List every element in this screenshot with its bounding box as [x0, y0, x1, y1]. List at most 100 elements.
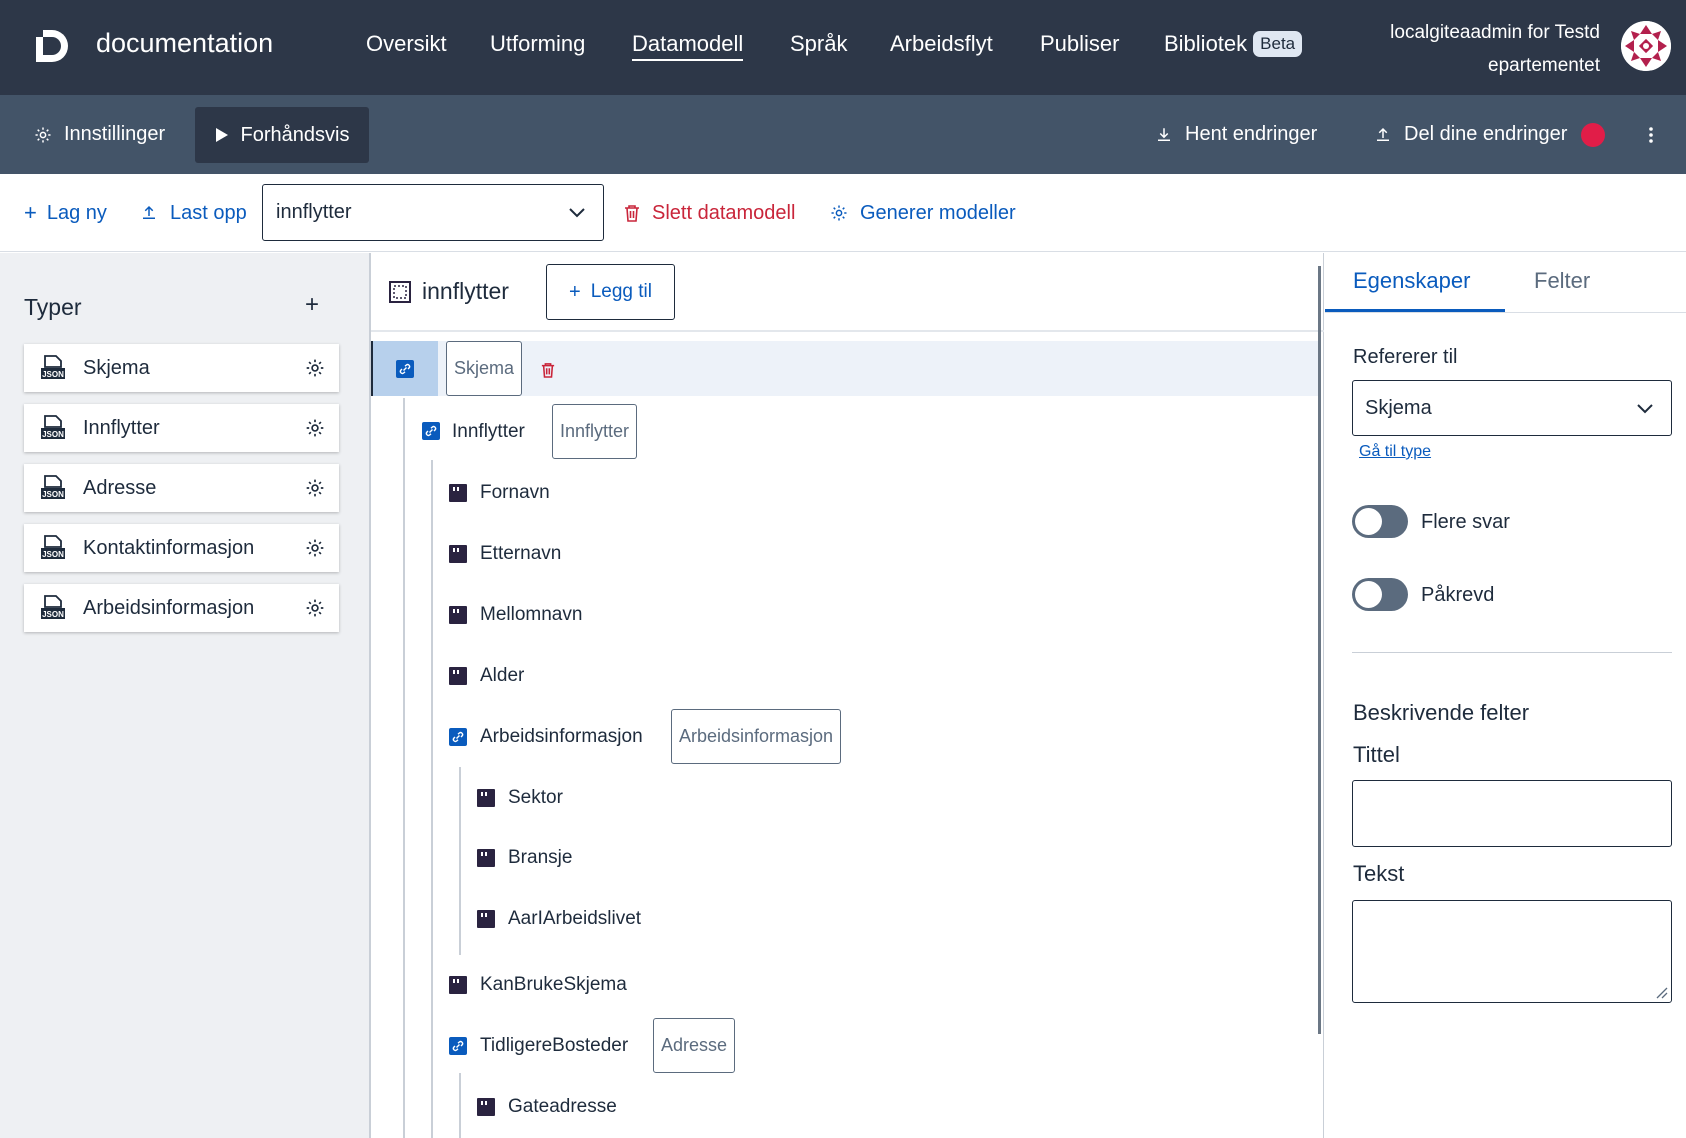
- nav-arbeidsflyt[interactable]: Arbeidsflyt: [890, 31, 993, 57]
- reference-tag[interactable]: Skjema: [446, 341, 523, 396]
- share-changes-button[interactable]: Del dine endringer: [1374, 95, 1606, 174]
- field-icon: [449, 976, 467, 994]
- type-item-arbeidsinformasjon[interactable]: JSON Arbeidsinformasjon: [24, 584, 339, 632]
- tree-node-label[interactable]: Arbeidsinformasjon: [480, 726, 643, 748]
- tree-node-label[interactable]: Fornavn: [480, 482, 550, 504]
- json-file-icon: JSON: [41, 595, 65, 619]
- tree-node-label[interactable]: Etternavn: [480, 543, 561, 565]
- gear-icon[interactable]: [305, 358, 325, 378]
- link-icon: [396, 360, 414, 378]
- user-line-1: localgiteaadmin for Testd: [1390, 22, 1600, 43]
- resize-grip-icon[interactable]: [1654, 985, 1668, 999]
- type-item-label: Skjema: [83, 357, 150, 379]
- type-item-adresse[interactable]: JSON Adresse: [24, 464, 339, 512]
- share-changes-label: Del dine endringer: [1404, 123, 1568, 145]
- tree-guide-line: [403, 398, 405, 1138]
- altinn-studio-logo-icon[interactable]: [33, 27, 71, 65]
- gear-icon[interactable]: [305, 598, 325, 618]
- fetch-changes-button[interactable]: Hent endringer: [1155, 95, 1317, 174]
- tree-node-label[interactable]: Gateadresse: [508, 1096, 617, 1118]
- reference-tag[interactable]: Adresse: [653, 1018, 736, 1073]
- add-type-button[interactable]: +: [305, 291, 319, 319]
- play-icon: [215, 128, 228, 142]
- gear-icon[interactable]: [305, 538, 325, 558]
- model-select[interactable]: innflytter: [262, 184, 604, 241]
- nav-sprak[interactable]: Språk: [790, 31, 847, 57]
- refers-to-select[interactable]: Skjema: [1352, 380, 1672, 436]
- trash-icon[interactable]: [541, 362, 555, 378]
- gear-icon[interactable]: [305, 478, 325, 498]
- tree-node-label[interactable]: KanBrukeSkjema: [480, 974, 627, 996]
- tree-node-label[interactable]: Bransje: [508, 847, 572, 869]
- settings-button[interactable]: Innstillinger: [34, 95, 165, 174]
- chevron-down-icon: [1637, 404, 1653, 414]
- app-name[interactable]: documentation: [96, 28, 273, 59]
- field-icon: [477, 1098, 495, 1116]
- descriptive-fields-title: Beskrivende felter: [1353, 700, 1530, 725]
- multiple-answers-toggle[interactable]: [1352, 505, 1408, 538]
- org-avatar-icon[interactable]: [1621, 21, 1671, 71]
- tree-node-label[interactable]: Mellomnavn: [480, 604, 582, 626]
- tree-node-label[interactable]: AarIArbeidslivet: [508, 908, 641, 930]
- generate-models-button[interactable]: Generer modeller: [830, 174, 1016, 252]
- field-icon: [477, 789, 495, 807]
- upload-model-button[interactable]: Last opp: [140, 174, 247, 252]
- field-icon: [449, 484, 467, 502]
- tree-guide-line: [459, 767, 461, 955]
- top-header: documentation Oversikt Utforming Datamod…: [0, 0, 1686, 95]
- tree-node-label[interactable]: Innflytter: [452, 421, 525, 443]
- required-label: Påkrevd: [1421, 584, 1495, 606]
- field-icon: [449, 606, 467, 624]
- title-input[interactable]: [1352, 780, 1672, 847]
- type-item-label: Adresse: [83, 477, 157, 499]
- chevron-down-icon: [569, 208, 585, 218]
- tree-node-label[interactable]: TidligereBosteder: [480, 1035, 628, 1057]
- field-icon: [449, 545, 467, 563]
- svg-text:JSON: JSON: [42, 490, 64, 499]
- svg-text:JSON: JSON: [42, 430, 64, 439]
- more-options-icon[interactable]: [1648, 95, 1654, 174]
- root-model-title: innflytter: [422, 278, 509, 304]
- nav-bibliotek[interactable]: Bibliotek Beta: [1164, 31, 1303, 57]
- tree-guide-line: [459, 1073, 461, 1138]
- tab-felter[interactable]: Felter: [1534, 268, 1590, 294]
- type-item-innflytter[interactable]: JSON Innflytter: [24, 404, 339, 452]
- text-textarea[interactable]: [1352, 900, 1672, 1003]
- toggle-knob: [1355, 508, 1382, 535]
- user-line-2: epartementet: [1488, 55, 1600, 76]
- reference-tag[interactable]: Arbeidsinformasjon: [671, 709, 842, 764]
- add-node-button[interactable]: + Legg til: [546, 264, 675, 320]
- user-org-label: localgiteaadmin for Testd epartementet: [1340, 16, 1600, 82]
- tab-egenskaper[interactable]: Egenskaper: [1353, 268, 1470, 294]
- plus-icon: +: [24, 200, 37, 225]
- object-root-icon: [389, 281, 411, 303]
- new-model-button[interactable]: + Lag ny: [24, 174, 107, 252]
- nav-publiser[interactable]: Publiser: [1040, 31, 1119, 57]
- delete-model-button[interactable]: Slett datamodell: [624, 174, 795, 252]
- upload-icon: [1377, 127, 1389, 141]
- preview-button[interactable]: Forhåndsvis: [195, 107, 369, 163]
- text-field-label: Tekst: [1353, 861, 1405, 886]
- nav-utforming[interactable]: Utforming: [490, 31, 585, 57]
- type-item-skjema[interactable]: JSON Skjema: [24, 344, 339, 392]
- divider: [1352, 652, 1672, 653]
- title-field-label: Tittel: [1353, 742, 1400, 767]
- tree-node-label[interactable]: Alder: [480, 665, 524, 687]
- divider: [1325, 312, 1686, 313]
- trash-icon: [625, 205, 639, 222]
- nav-datamodell[interactable]: Datamodell: [632, 31, 744, 61]
- nav-oversikt[interactable]: Oversikt: [366, 31, 447, 57]
- upload-model-label: Last opp: [170, 201, 247, 224]
- tree-node-label[interactable]: Sektor: [508, 787, 563, 809]
- field-icon: [477, 849, 495, 867]
- reference-tag[interactable]: Innflytter: [552, 404, 638, 459]
- type-item-kontaktinformasjon[interactable]: JSON Kontaktinformasjon: [24, 524, 339, 572]
- vertical-scrollbar[interactable]: [1318, 266, 1321, 1034]
- download-icon: [1158, 127, 1170, 141]
- gear-icon[interactable]: [305, 418, 325, 438]
- plus-icon: +: [569, 280, 581, 303]
- generate-models-label: Generer modeller: [860, 201, 1016, 224]
- sub-header: Innstillinger Forhåndsvis Hent endringer…: [0, 95, 1686, 174]
- goto-type-link[interactable]: Gå til type: [1359, 443, 1431, 461]
- required-toggle[interactable]: [1352, 578, 1408, 611]
